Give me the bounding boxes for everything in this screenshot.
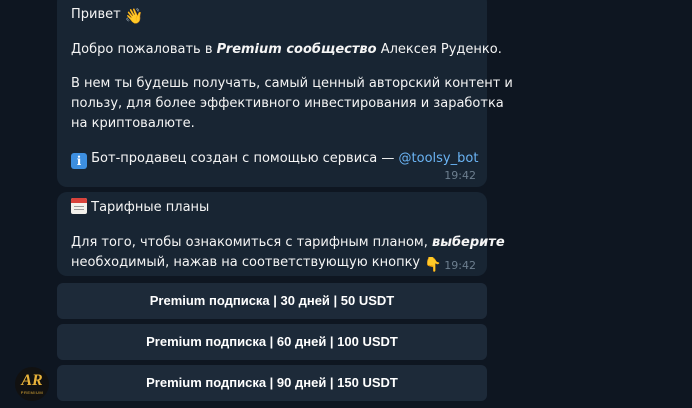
bot-note-text: Бот-продавец создан с помощью сервиса — [91,151,395,166]
tariffs-text-line: необходимый, нажав на соответствующую кн… [71,253,442,273]
avatar-caption: PREMIUM [20,390,44,395]
tariffs-emphasis: выберите [432,235,505,250]
avatar[interactable]: AR PREMIUM [15,367,49,401]
welcome-line: Добро пожаловать в Premium сообщество Ал… [71,40,502,60]
welcome-suffix: Алексея Руденко. [380,42,502,57]
waving-hand-icon: 👋 [124,7,144,25]
body-line: на криптовалюте. [71,116,195,131]
message-time: 19:42 [444,169,476,182]
bot-link[interactable]: @toolsy_bot [399,151,479,166]
tariffs-text: необходимый, нажав на соответствующую кн… [71,255,421,270]
plan-60-days-button[interactable]: Premium подписка | 60 дней | 100 USDT [57,324,487,360]
avatar-monogram: AR [21,372,43,389]
welcome-message: Привет 👋 Добро пожаловать в Premium сооб… [57,0,513,187]
calendar-icon [71,198,87,214]
plan-30-days-button[interactable]: Premium подписка | 30 дней | 50 USDT [57,283,487,319]
greeting-line: Привет 👋 [71,5,144,25]
plan-90-days-button[interactable]: Premium подписка | 90 дней | 150 USDT [57,365,487,401]
info-icon: i [71,153,87,169]
welcome-brand: Premium сообщество [216,42,377,57]
tariffs-message: Тарифные планы Для того, чтобы ознакомит… [57,192,505,276]
greeting-text: Привет [71,7,121,22]
tariffs-heading-text: Тарифные планы [91,200,210,215]
tariffs-heading: Тарифные планы [71,198,209,218]
tariffs-text: Для того, чтобы ознакомиться с тарифным … [71,235,428,250]
bot-note-line: i Бот-продавец создан с помощью сервиса … [71,149,478,169]
tariffs-text-line: Для того, чтобы ознакомиться с тарифным … [71,233,505,253]
pointing-down-icon: 👇 [424,257,442,273]
welcome-prefix: Добро пожаловать в [71,42,213,57]
body-line: пользу, для более эффективного инвестиро… [71,96,504,111]
body-line: В нем ты будешь получать, самый ценный а… [71,76,513,91]
message-time: 19:42 [444,259,476,272]
